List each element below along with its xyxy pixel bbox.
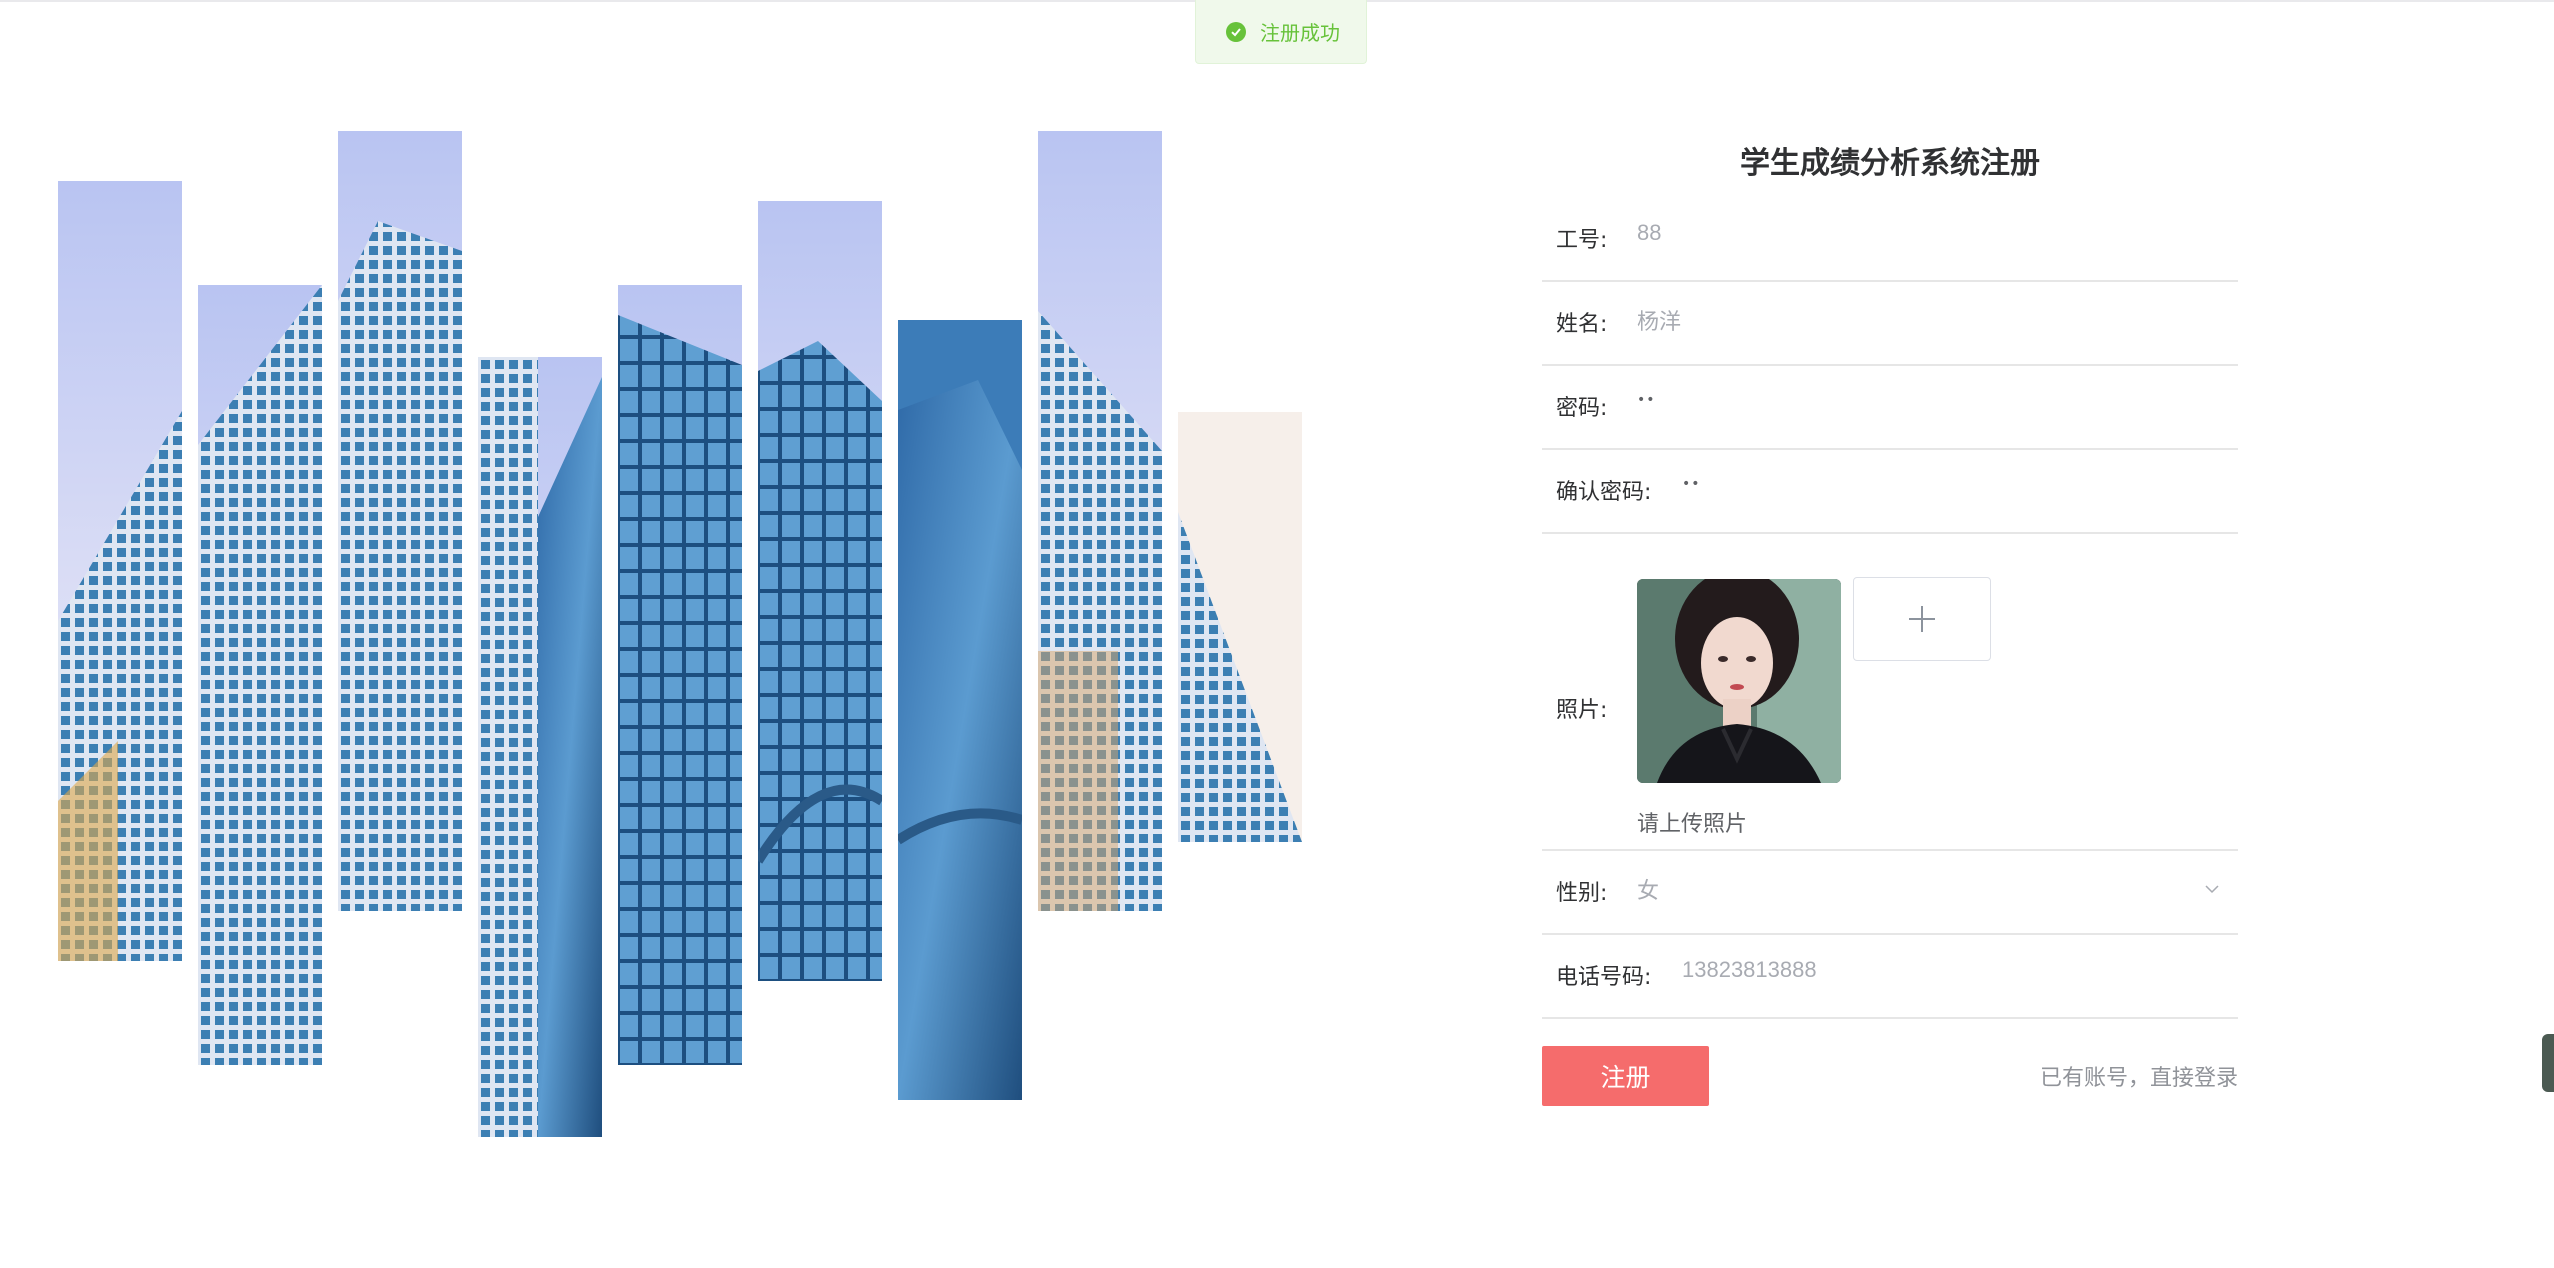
name-input[interactable]: 杨洋 <box>1637 304 1681 336</box>
photo-upload-tip: 请上传照片 <box>1637 812 1748 837</box>
register-button[interactable]: 注册 <box>1542 1046 1709 1106</box>
password-input[interactable]: •• <box>1637 392 1656 408</box>
uploaded-photo[interactable] <box>1637 579 1841 783</box>
password-label: 密码: <box>1556 396 1608 421</box>
building-strip <box>618 285 742 1065</box>
building-strip <box>198 285 322 1065</box>
work-id-input[interactable]: 88 <box>1637 220 1661 246</box>
password-field[interactable]: 密码: •• <box>1542 366 2238 450</box>
plus-icon <box>1909 606 1935 632</box>
building-illustration <box>0 0 1320 1268</box>
phone-field[interactable]: 电话号码: 13823813888 <box>1542 935 2238 1019</box>
building-strip <box>478 357 602 1137</box>
chevron-down-icon[interactable] <box>2204 881 2220 897</box>
gender-value[interactable]: 女 <box>1637 873 1659 905</box>
building-strip <box>758 201 882 981</box>
work-id-label: 工号: <box>1556 228 1608 253</box>
photo-label: 照片: <box>1556 698 1608 723</box>
side-handle[interactable] <box>2542 1034 2554 1092</box>
confirm-password-label: 确认密码: <box>1556 480 1652 505</box>
login-link[interactable]: 已有账号，直接登录 <box>2040 1060 2238 1092</box>
page-title: 学生成绩分析系统注册 <box>1740 146 2040 181</box>
confirm-password-input[interactable]: •• <box>1682 476 1701 492</box>
photo-upload-button[interactable] <box>1853 577 1991 661</box>
confirm-password-field[interactable]: 确认密码: •• <box>1542 450 2238 534</box>
building-strip <box>898 320 1022 1100</box>
name-label: 姓名: <box>1556 312 1608 337</box>
building-strip <box>1038 131 1162 911</box>
building-strip <box>1178 412 1302 842</box>
gender-label: 性别: <box>1556 881 1608 906</box>
work-id-field[interactable]: 工号: 88 <box>1542 198 2238 282</box>
phone-input[interactable]: 13823813888 <box>1682 957 1817 983</box>
gender-select[interactable]: 性别: 女 <box>1542 851 2238 935</box>
phone-label: 电话号码: <box>1556 965 1652 990</box>
building-strip <box>58 181 182 961</box>
building-strip <box>338 131 462 911</box>
name-field[interactable]: 姓名: 杨洋 <box>1542 282 2238 366</box>
